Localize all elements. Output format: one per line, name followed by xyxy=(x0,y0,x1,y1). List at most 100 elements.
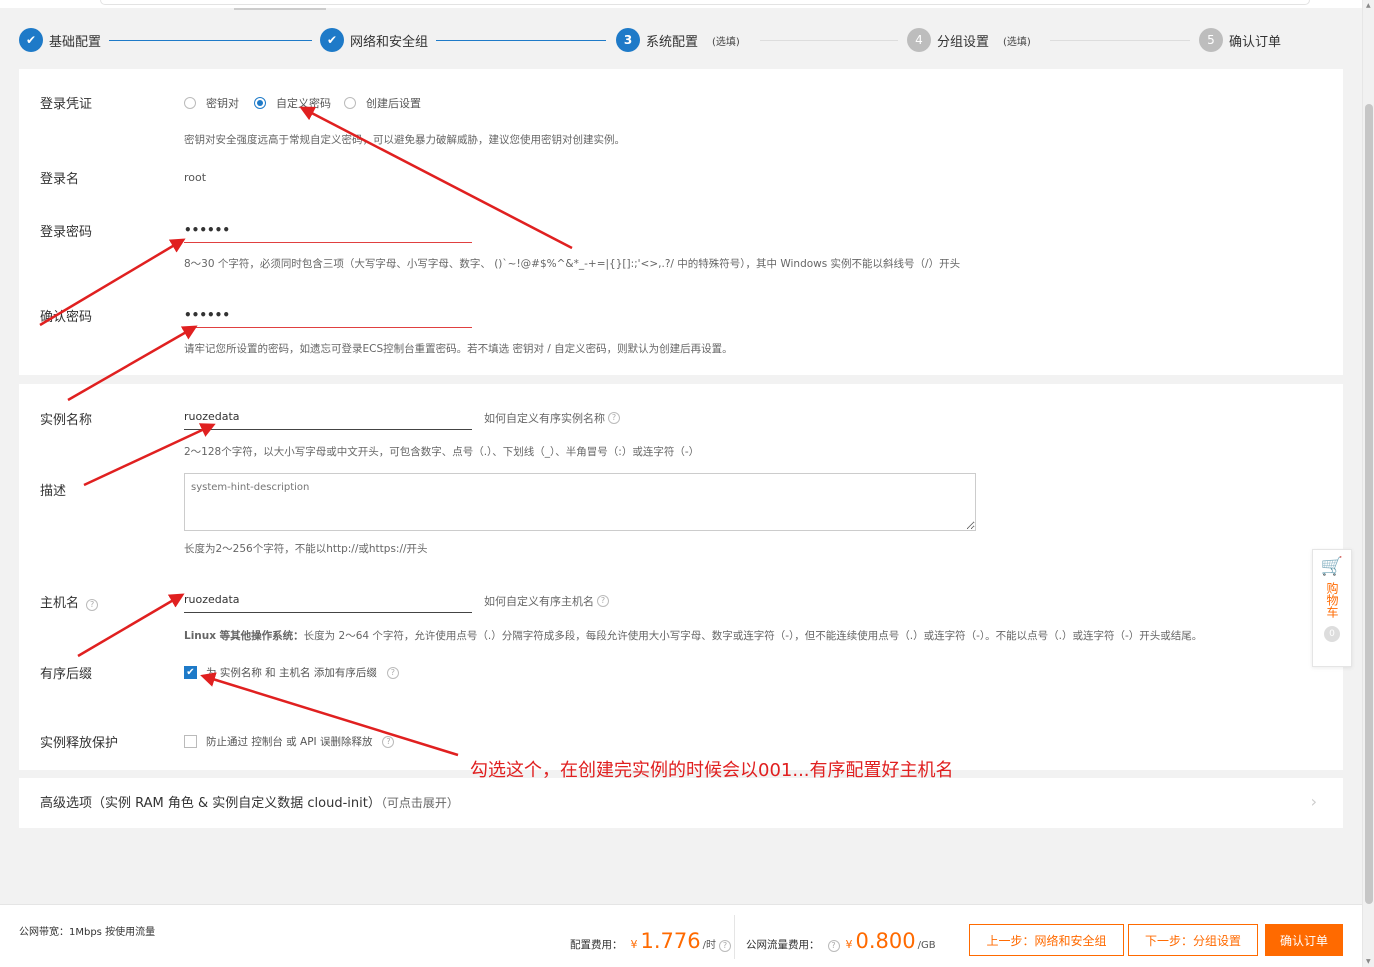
instance-name-input[interactable]: ruozedata xyxy=(184,406,472,430)
traffic-fee-label: 公网流量费用： xyxy=(746,939,820,951)
chevron-right-icon[interactable]: › xyxy=(1311,792,1317,811)
description-label: 描述 xyxy=(40,484,67,499)
top-strip xyxy=(0,0,1362,10)
help-link[interactable]: 如何自定义有序主机名 xyxy=(484,593,594,609)
instance-panel: 实例名称 ruozedata 如何自定义有序实例名称 ? 2～128个字符，以大… xyxy=(19,384,1343,770)
wizard-steps: ✔ 基础配置 ✔ 网络和安全组 3 系统配置 (选填) 4 分组设置 (选填) … xyxy=(0,14,1362,68)
instance-name-hint: 2～128个字符，以大小写字母或中文开头，可包含数字、点号（.）、下划线（_）、… xyxy=(184,446,700,458)
step-label: 分组设置 xyxy=(937,34,990,50)
cart-label: 购物车 xyxy=(1325,582,1339,618)
step-connector xyxy=(109,40,312,41)
check-icon: ✔ xyxy=(320,28,344,52)
description-hint: 长度为2～256个字符，不能以http://或https://开头 xyxy=(184,543,428,555)
advanced-title[interactable]: 高级选项（实例 RAM 角色 & 实例自定义数据 cloud-init）（可点击… xyxy=(40,792,459,811)
confirm-order-button[interactable]: 确认订单 xyxy=(1265,924,1343,956)
currency: ¥ xyxy=(630,938,638,951)
hostname-help[interactable]: 如何自定义有序主机名 ? xyxy=(484,593,609,609)
login-name-label: 登录名 xyxy=(40,172,80,187)
advanced-options[interactable]: 高级选项（实例 RAM 角色 & 实例自定义数据 cloud-init）（可点击… xyxy=(19,778,1343,828)
shopping-cart-widget[interactable]: 🛒 购物车 0 xyxy=(1312,549,1352,667)
confirm-password-label: 确认密码 xyxy=(40,310,93,325)
cart-count: 0 xyxy=(1324,626,1340,642)
config-fee-value: 1.776 xyxy=(640,929,701,953)
question-icon[interactable]: ? xyxy=(827,940,840,952)
confirm-password-hint: 请牢记您所设置的密码，如遗忘可登录ECS控制台重置密码。若不填选 密钥对 / 自… xyxy=(184,343,733,355)
checkbox-checked-icon: ✔ xyxy=(184,666,197,679)
config-fee-label: 配置费用： xyxy=(570,939,623,951)
suffix-text: 为 实例名称 和 主机名 添加有序后缀 xyxy=(206,667,377,679)
password-label: 登录密码 xyxy=(40,225,93,240)
radio-label: 自定义密码 xyxy=(276,97,331,110)
credential-hint: 密钥对安全强度远高于常规自定义密码，可以避免暴力破解威胁，建议您使用密钥对创建实… xyxy=(184,134,625,146)
step-connector xyxy=(436,40,606,41)
question-icon: ? xyxy=(382,735,395,748)
traffic-fee: 公网流量费用： ? ¥ 0.800 /GB xyxy=(746,929,936,953)
step-network[interactable]: ✔ 网络和安全组 xyxy=(320,28,428,52)
scrollbar-thumb[interactable] xyxy=(1365,104,1373,904)
hostname-label-text: 主机名 xyxy=(40,596,80,611)
radio-label: 创建后设置 xyxy=(366,97,421,110)
traffic-fee-unit: /GB xyxy=(917,940,936,951)
bandwidth-info: 公网带宽：1Mbps 按使用流量 xyxy=(19,927,156,938)
description-textarea[interactable] xyxy=(184,473,976,531)
question-icon: ? xyxy=(386,666,399,679)
instance-name-help[interactable]: 如何自定义有序实例名称 ? xyxy=(484,410,620,426)
hostname-input[interactable]: ruozedata xyxy=(184,589,472,613)
radio-keypair[interactable]: 密钥对 xyxy=(184,95,239,111)
step-connector xyxy=(1050,40,1190,41)
step-label: 基础配置 xyxy=(49,34,102,50)
traffic-fee-value: 0.800 xyxy=(855,929,916,953)
hostname-label: 主机名 ? xyxy=(40,592,99,611)
step-number: 3 xyxy=(616,28,640,52)
step-optional: (选填) xyxy=(712,36,740,48)
help-link[interactable]: 如何自定义有序实例名称 xyxy=(484,410,605,426)
prev-step-button[interactable]: 上一步：网络和安全组 xyxy=(969,924,1124,956)
question-icon: ? xyxy=(608,412,620,424)
step-system[interactable]: 3 系统配置 (选填) xyxy=(616,28,740,52)
radio-custom-password[interactable]: 自定义密码 xyxy=(254,95,331,111)
currency: ¥ xyxy=(845,938,853,951)
divider xyxy=(734,915,735,959)
hostname-hint: Linux 等其他操作系统：长度为 2～64 个字符，允许使用点号（.）分隔字符… xyxy=(184,628,1202,643)
step-confirm[interactable]: 5 确认订单 xyxy=(1199,28,1281,52)
release-protection-text: 防止通过 控制台 或 API 误删除释放 xyxy=(206,736,373,748)
step-number: 4 xyxy=(907,28,931,52)
check-icon: ✔ xyxy=(19,28,43,52)
radio-set-later[interactable]: 创建后设置 xyxy=(344,95,421,111)
release-protection-label: 实例释放保护 xyxy=(40,736,119,751)
hostname-hint-text: 长度为 2～64 个字符，允许使用点号（.）分隔字符成多段，每段允许使用大小写字… xyxy=(303,630,1203,642)
radio-circle xyxy=(184,97,196,109)
question-icon: ? xyxy=(597,595,609,607)
hostname-hint-os: Linux 等其他操作系统： xyxy=(184,630,304,642)
instance-name-label: 实例名称 xyxy=(40,413,93,428)
password-input[interactable]: •••••• xyxy=(184,219,472,243)
step-group[interactable]: 4 分组设置 (选填) xyxy=(907,28,1031,52)
config-fee-unit: /时 xyxy=(702,940,716,951)
step-basic[interactable]: ✔ 基础配置 xyxy=(19,28,101,52)
release-protection-checkbox[interactable]: 防止通过 控制台 或 API 误删除释放 ? xyxy=(184,734,395,749)
question-icon[interactable]: ? xyxy=(86,599,99,611)
step-label: 网络和安全组 xyxy=(350,34,429,50)
step-label: 确认订单 xyxy=(1229,34,1282,50)
scrollbar[interactable]: ▲ ▼ xyxy=(1362,0,1374,967)
scroll-down-icon[interactable]: ▼ xyxy=(1366,958,1371,965)
step-optional: (选填) xyxy=(1003,36,1031,48)
scroll-up-icon[interactable]: ▲ xyxy=(1366,2,1371,9)
suffix-checkbox[interactable]: ✔ 为 实例名称 和 主机名 添加有序后缀 ? xyxy=(184,665,399,680)
question-icon[interactable]: ? xyxy=(719,940,731,952)
suffix-label: 有序后缀 xyxy=(40,667,93,682)
radio-label: 密钥对 xyxy=(206,97,239,110)
cart-icon: 🛒 xyxy=(1320,556,1344,577)
config-fee: 配置费用： ¥ 1.776 /时 ? xyxy=(570,929,731,953)
login-name-value: root xyxy=(184,171,207,184)
confirm-password-input[interactable]: •••••• xyxy=(184,304,472,328)
radio-circle xyxy=(254,97,266,109)
annotation-note: 勾选这个，在创建完实例的时候会以001...有序配置好主机名 xyxy=(470,760,954,781)
step-label: 系统配置 xyxy=(646,34,699,50)
next-step-button[interactable]: 下一步：分组设置 xyxy=(1128,924,1258,956)
search-bar-edge xyxy=(100,0,1310,5)
password-hint: 8～30 个字符，必须同时包含三项（大写字母、小写字母、数字、 ()`~!@#$… xyxy=(184,258,961,270)
checkbox-icon xyxy=(184,735,197,748)
login-panel: 登录凭证 密钥对 自定义密码 创建后设置 密钥对安全强度远高于常规自定义密码，可… xyxy=(19,69,1343,375)
step-connector xyxy=(760,40,898,41)
